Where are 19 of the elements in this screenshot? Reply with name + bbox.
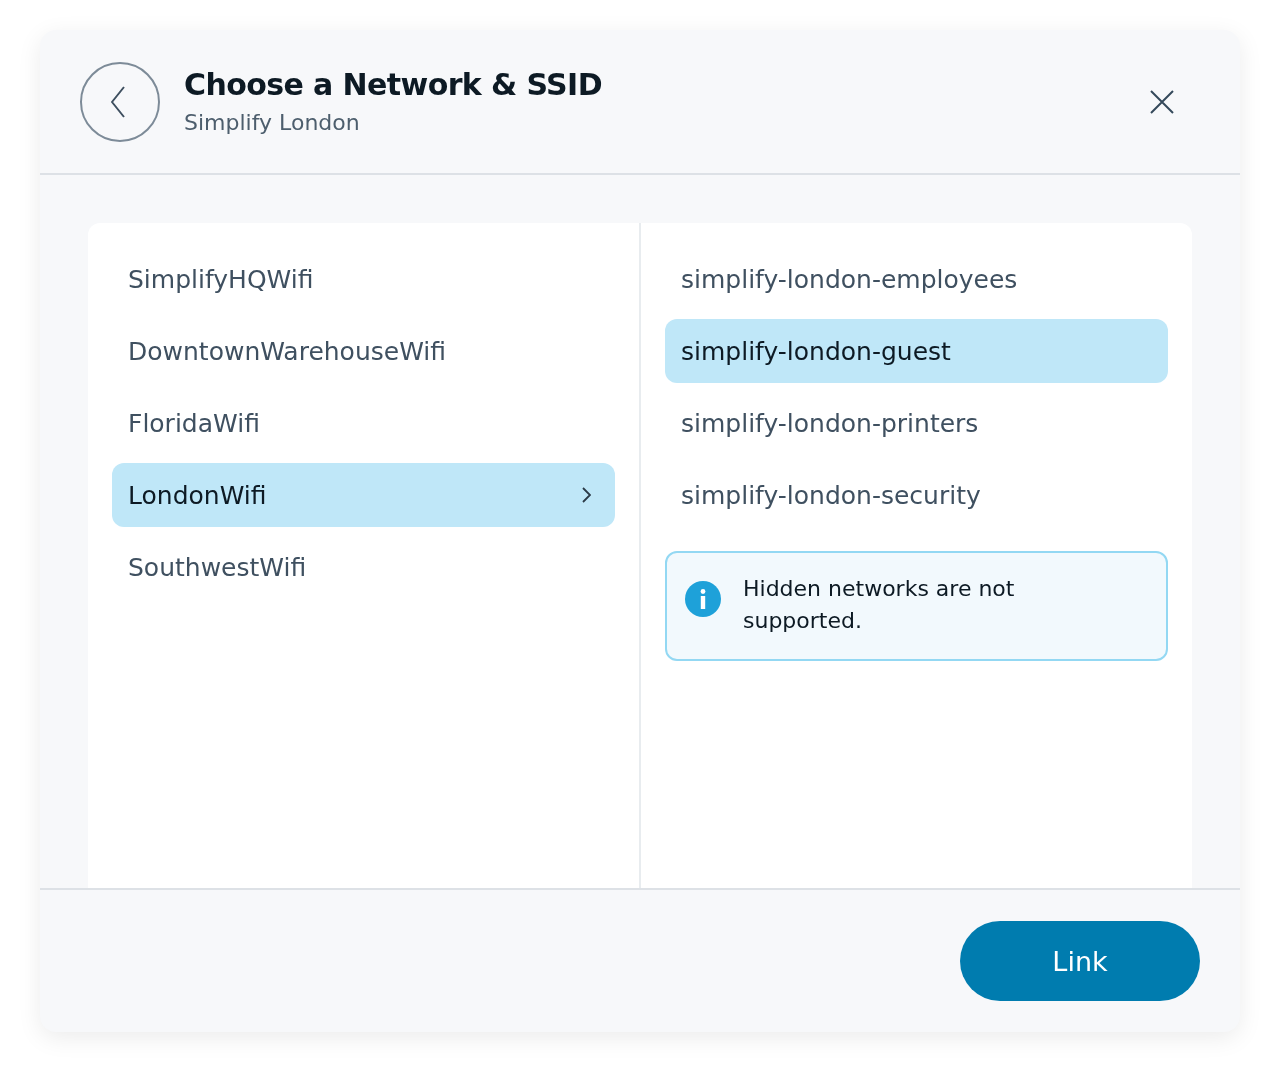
ssid-item[interactable]: simplify-london-guest [665,319,1168,383]
dialog-title: Choose a Network & SSID [184,65,602,104]
chevron-right-icon [582,487,591,503]
close-icon [1150,89,1174,114]
close-button[interactable] [1150,89,1174,114]
dialog-subtitle: Simplify London [184,108,360,137]
info-icon [685,581,721,617]
ssid-item[interactable]: simplify-london-employees [665,247,1168,311]
notice-text: Hidden networks are not supported. [743,575,1016,635]
ssid-item[interactable]: simplify-london-security [665,463,1168,527]
ssid-item[interactable]: simplify-london-printers [665,391,1168,455]
network-item[interactable]: SouthwestWifi [112,535,615,599]
chevron-left-icon [111,85,125,118]
network-item[interactable]: LondonWifi [112,463,615,527]
network-item[interactable]: SimplifyHQWifi [112,247,615,311]
back-button[interactable] [80,61,160,142]
network-item[interactable]: DowntownWarehouseWifi [112,319,615,383]
network-item[interactable]: FloridaWifi [112,391,615,455]
link-button[interactable]: Link [960,921,1200,1001]
